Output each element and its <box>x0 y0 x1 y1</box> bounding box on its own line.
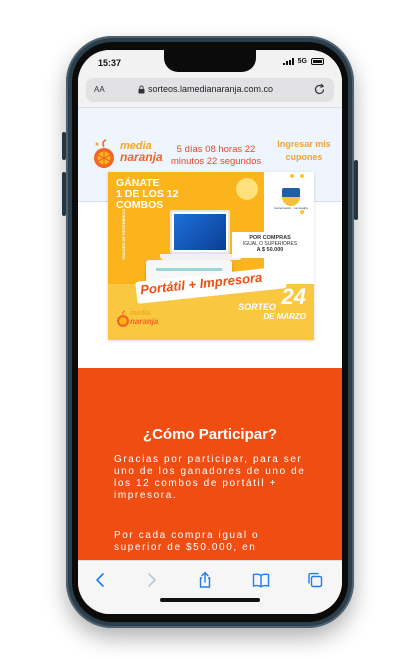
orange-fruit-icon <box>94 139 114 168</box>
printer-slot <box>156 268 222 271</box>
login-coupons-link[interactable]: Ingresar mis cupones <box>274 138 334 164</box>
promo-banner: GÁNATE 1 DE LOS 12 COMBOS *IMAGEN DE REF… <box>108 172 314 340</box>
forward-chevron-icon[interactable] <box>142 571 160 589</box>
laptop-display <box>174 214 226 250</box>
government-crest: Gobernación · La Guajira <box>274 180 308 224</box>
banner-headline: GÁNATE 1 DE LOS 12 COMBOS <box>116 178 178 211</box>
status-indicators: 5G <box>282 58 324 65</box>
orange-fruit-icon <box>117 310 129 327</box>
countdown-timer: 5 días 08 horas 22 minutos 22 segundos <box>170 144 262 167</box>
crest-seal <box>282 188 300 206</box>
tabs-icon[interactable] <box>306 571 324 589</box>
phone-screen: 15:37 5G AA sorteos.lamedianaranja.com.c… <box>78 50 342 614</box>
address-bar[interactable]: AA sorteos.lamedianaranja.com.co <box>86 78 334 102</box>
participation-paragraph-2: Por cada compra igual o superior de $50.… <box>114 530 260 553</box>
network-label: 5G <box>297 58 307 65</box>
draw-month: DE MARZO <box>263 312 306 321</box>
url-text[interactable]: sorteos.lamedianaranja.com.co <box>148 84 273 94</box>
crest-text: Gobernación · La Guajira <box>274 206 308 210</box>
logo-line2: naranja <box>120 150 163 164</box>
reload-icon[interactable] <box>313 83 326 96</box>
decorative-circle <box>236 178 258 200</box>
logo-wordmark: media naranja <box>120 141 163 164</box>
phone-notch <box>164 50 256 72</box>
purchase-condition-box: POR COMPRAS IGUAL O SUPERIORES A $ 50.00… <box>232 232 308 258</box>
laptop-image <box>170 210 230 254</box>
text-size-button[interactable]: AA <box>94 85 105 94</box>
site-logo[interactable]: media naranja <box>92 138 163 172</box>
reference-note: *IMAGEN DE REFERENCIA <box>121 208 127 261</box>
draw-label: SORTEO <box>238 302 276 312</box>
book-icon[interactable] <box>252 571 270 589</box>
banner-logo-wordmark: media naranja <box>130 310 158 326</box>
battery-icon <box>311 58 324 65</box>
lock-icon <box>138 85 145 94</box>
participation-paragraph-1: Gracias por participar, para ser uno de … <box>114 454 306 501</box>
browser-address-area: AA sorteos.lamedianaranja.com.co <box>78 74 342 108</box>
share-icon[interactable] <box>196 571 214 589</box>
phone-side-button-right <box>354 160 358 220</box>
purchase-amount: A $ 50.000 <box>256 247 284 253</box>
home-indicator <box>160 598 260 602</box>
draw-date: 24 SORTEO DE MARZO <box>216 286 306 322</box>
draw-day: 24 <box>281 284 306 309</box>
banner-logo: media naranja <box>116 308 160 332</box>
banner-logo-line2: naranja <box>130 317 159 326</box>
status-time: 15:37 <box>98 58 122 68</box>
section-title: ¿Cómo Participar? <box>142 426 278 443</box>
signal-icon <box>282 58 294 65</box>
browser-toolbar <box>78 560 342 614</box>
back-chevron-icon[interactable] <box>92 571 110 589</box>
